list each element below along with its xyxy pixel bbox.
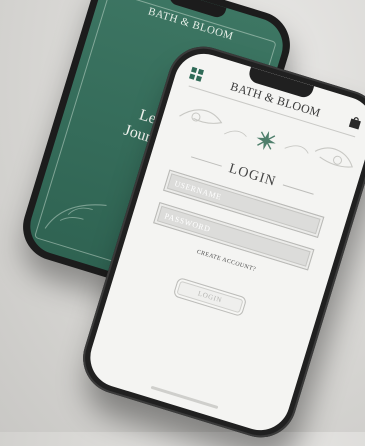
shopping-bag-icon[interactable]: [348, 114, 363, 130]
password-placeholder: PASSWORD: [163, 210, 212, 234]
login-button[interactable]: LOGIN: [172, 276, 248, 318]
username-placeholder: USERNAME: [173, 178, 223, 202]
grid-menu-icon[interactable]: [188, 66, 204, 82]
home-indicator: [150, 385, 219, 410]
mockup-scene: BATH & BLOOM Let Ou Journey B: [0, 0, 365, 446]
